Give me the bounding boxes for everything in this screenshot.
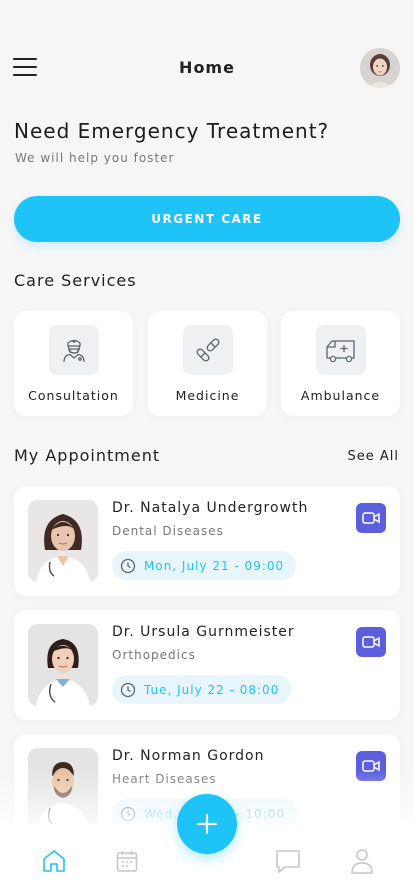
service-label: Ambulance bbox=[300, 388, 381, 403]
home-icon bbox=[43, 850, 65, 872]
user-avatar[interactable] bbox=[360, 48, 400, 88]
video-camera-icon bbox=[362, 512, 380, 524]
hero-subtitle: We will help you foster bbox=[15, 151, 175, 165]
appointment-card[interactable]: Dr. Ursula Gurnmeister Orthopedics Tue, … bbox=[14, 610, 400, 720]
doctor-name: Dr. Norman Gordon bbox=[112, 748, 265, 764]
service-card-ambulance[interactable]: Ambulance bbox=[281, 311, 400, 416]
doctor-icon bbox=[49, 325, 99, 375]
appointment-date-text: Mon, July 21 - 09:00 bbox=[144, 558, 285, 573]
video-camera-icon bbox=[362, 636, 380, 648]
doctor-photo bbox=[28, 748, 98, 830]
service-card-consultation[interactable]: Consultation bbox=[14, 311, 133, 416]
clock-icon bbox=[120, 558, 136, 573]
doctor-photo bbox=[28, 500, 98, 582]
add-button[interactable] bbox=[177, 794, 237, 854]
plus-icon bbox=[196, 813, 218, 835]
see-all-link[interactable]: See All bbox=[348, 449, 400, 464]
appointment-date: Tue, July 22 - 08:00 bbox=[112, 675, 292, 704]
doctor-name: Dr. Ursula Gurnmeister bbox=[112, 624, 295, 640]
profile-icon bbox=[351, 849, 373, 874]
clock-icon bbox=[120, 806, 136, 821]
appointment-date-text: Tue, July 22 - 08:00 bbox=[144, 682, 280, 697]
clock-icon bbox=[120, 682, 136, 697]
chat-icon bbox=[276, 850, 300, 873]
hero-title: Need Emergency Treatment? bbox=[14, 119, 330, 143]
doctor-name: Dr. Natalya Undergrowth bbox=[112, 500, 309, 516]
doctor-specialty: Orthopedics bbox=[112, 648, 196, 662]
doctor-specialty: Dental Diseases bbox=[112, 524, 224, 538]
top-bar: Home bbox=[0, 46, 414, 90]
my-appointment-title: My Appointment bbox=[14, 446, 161, 465]
calendar-tab[interactable] bbox=[112, 846, 142, 876]
ambulance-icon bbox=[316, 325, 366, 375]
doctor-specialty: Heart Diseases bbox=[112, 772, 217, 786]
page-title: Home bbox=[179, 58, 235, 77]
care-services-title: Care Services bbox=[14, 271, 137, 290]
urgent-care-button[interactable]: URGENT CARE bbox=[14, 196, 400, 242]
pills-icon bbox=[183, 325, 233, 375]
video-call-button[interactable] bbox=[356, 627, 386, 657]
profile-tab[interactable] bbox=[347, 846, 377, 876]
service-label: Consultation bbox=[28, 388, 119, 403]
chat-tab[interactable] bbox=[273, 846, 303, 876]
video-call-button[interactable] bbox=[356, 503, 386, 533]
service-card-medicine[interactable]: Medicine bbox=[148, 311, 267, 416]
service-label: Medicine bbox=[175, 388, 240, 403]
doctor-photo bbox=[28, 624, 98, 706]
calendar-icon bbox=[116, 851, 138, 872]
home-tab[interactable] bbox=[39, 846, 69, 876]
video-camera-icon bbox=[362, 760, 380, 772]
appointment-date: Mon, July 21 - 09:00 bbox=[112, 551, 297, 580]
appointment-card[interactable]: Dr. Natalya Undergrowth Dental Diseases … bbox=[14, 486, 400, 596]
video-call-button[interactable] bbox=[356, 751, 386, 781]
